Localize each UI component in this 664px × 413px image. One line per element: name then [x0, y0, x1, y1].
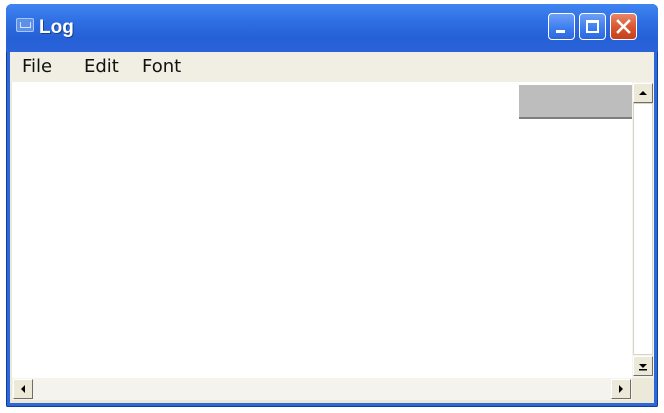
- menu-file[interactable]: File: [22, 56, 52, 78]
- scroll-up-button[interactable]: [633, 83, 653, 103]
- window-client-area: File Edit Font: [10, 52, 654, 403]
- vertical-scroll-track[interactable]: [633, 103, 653, 355]
- window-title: Log: [39, 17, 74, 38]
- log-text-area[interactable]: [12, 82, 632, 378]
- arrow-down-icon: [639, 364, 647, 371]
- grey-panel: [519, 85, 632, 119]
- app-window-icon: [16, 18, 34, 32]
- menu-edit[interactable]: Edit: [84, 56, 119, 78]
- arrow-right-icon: [619, 385, 623, 393]
- close-icon: [616, 19, 631, 34]
- vertical-scrollbar[interactable]: [632, 82, 654, 378]
- menu-bar: File Edit Font: [10, 52, 654, 82]
- minimize-button[interactable]: [548, 13, 575, 40]
- title-bar[interactable]: Log: [6, 4, 658, 52]
- maximize-button[interactable]: [579, 13, 606, 40]
- minimize-icon: [556, 30, 565, 33]
- menu-font[interactable]: Font: [142, 56, 181, 78]
- maximize-icon: [586, 20, 599, 33]
- log-window: Log File Edit Font: [6, 4, 658, 407]
- horizontal-scrollbar[interactable]: [12, 378, 632, 400]
- arrow-up-icon: [639, 91, 647, 95]
- arrow-left-icon: [21, 385, 25, 393]
- scrollbar-corner: [632, 378, 654, 400]
- scroll-down-button[interactable]: [633, 356, 653, 376]
- close-button[interactable]: [610, 13, 637, 40]
- scroll-left-button[interactable]: [13, 379, 33, 399]
- scroll-right-button[interactable]: [611, 379, 631, 399]
